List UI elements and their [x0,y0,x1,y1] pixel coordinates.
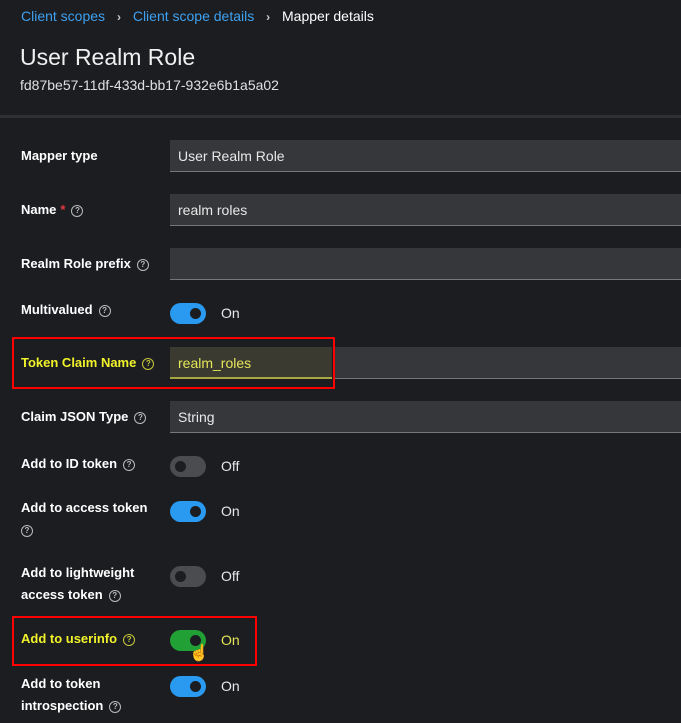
add-to-access-token-label: Add to access token? [21,500,148,537]
name-input[interactable]: realm roles [170,194,681,226]
add-to-lightweight-label: Add to lightweight access token? [21,565,135,602]
help-icon[interactable]: ? [109,700,122,713]
add-to-introspection-state: On [221,678,240,694]
realm-role-prefix-label: Realm Role prefix? [21,253,149,275]
hand-cursor-icon: ☝ [189,645,209,662]
help-icon[interactable]: ? [123,458,136,471]
divider [0,115,681,118]
claim-json-type-label: Claim JSON Type? [21,406,147,428]
help-icon[interactable]: ? [136,258,149,271]
multivalued-toggle[interactable] [170,303,206,324]
token-claim-name-label: Token Claim Name? [21,352,155,374]
mapper-type-field: User Realm Role [170,140,681,172]
breadcrumb-client-scopes[interactable]: Client scopes [21,8,105,24]
chevron-right-icon: › [266,10,271,24]
token-claim-name-input-rest[interactable] [335,347,681,379]
multivalued-state: On [221,305,240,321]
breadcrumb-current: Mapper details [282,8,374,24]
breadcrumb: Client scopes › Client scope details › M… [21,8,374,24]
add-to-introspection-label: Add to token introspection? [21,673,122,717]
add-to-id-token-toggle[interactable] [170,456,206,477]
add-to-lightweight-toggle[interactable] [170,566,206,587]
chevron-right-icon: › [116,10,121,24]
help-icon[interactable]: ? [108,589,121,602]
add-to-userinfo-state: On [221,632,240,648]
name-label: Name *? [21,199,84,221]
add-to-lightweight-state: Off [221,568,240,584]
page-title: User Realm Role [20,44,196,70]
claim-json-type-select[interactable]: String [170,401,681,433]
help-icon[interactable]: ? [123,633,136,646]
mapper-type-label: Mapper type [21,148,98,163]
add-to-access-token-state: On [221,503,240,519]
help-icon[interactable]: ? [142,357,155,370]
add-to-access-token-toggle[interactable] [170,501,206,522]
help-icon[interactable]: ? [98,304,111,317]
mapper-id: fd87be57-11df-433d-bb17-932e6b1a5a02 [20,77,279,93]
add-to-id-token-label: Add to ID token? [21,453,136,475]
add-to-userinfo-label: Add to userinfo? [21,628,136,650]
multivalued-label: Multivalued? [21,299,111,321]
add-to-introspection-toggle[interactable] [170,676,206,697]
add-to-id-token-state: Off [221,458,240,474]
help-icon[interactable]: ? [134,411,147,424]
token-claim-name-input[interactable]: realm_roles [170,347,332,379]
help-icon[interactable]: ? [71,204,84,217]
realm-role-prefix-input[interactable] [170,248,681,280]
help-icon[interactable]: ? [21,524,33,537]
breadcrumb-client-scope-details[interactable]: Client scope details [133,8,254,24]
